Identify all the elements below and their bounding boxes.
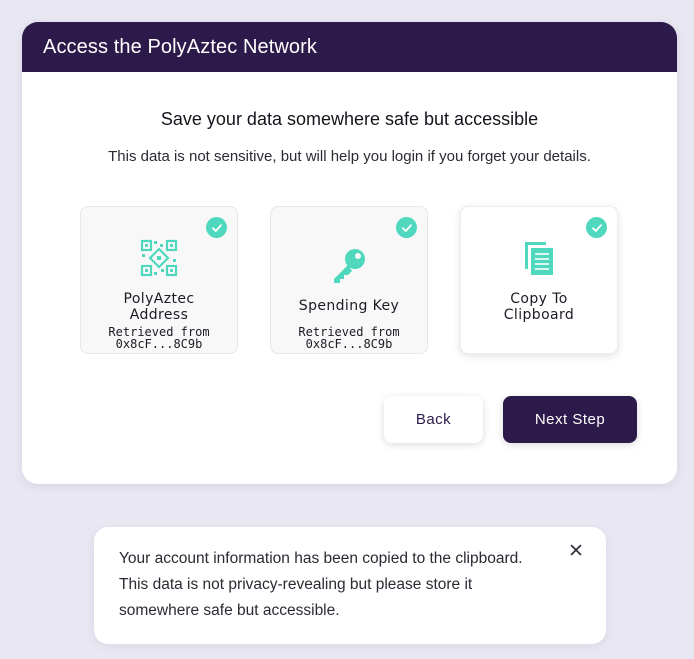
card-subtitle: Retrieved from 0x8cF...8C9b xyxy=(81,326,237,350)
section-heading: Save your data somewhere safe but access… xyxy=(160,109,539,129)
card-subtitle-line: 0x8cF...8C9b xyxy=(305,337,393,351)
card-title-line: Copy To xyxy=(510,291,568,307)
card-copy-to-clipboard[interactable]: Copy To Clipboard xyxy=(460,206,618,354)
clipboard-toast: Your account information has been copied… xyxy=(94,527,606,644)
card-spending-key[interactable]: Spending Key Retrieved from 0x8cF...8C9b xyxy=(270,206,428,354)
card-subtitle: Retrieved from 0x8cF...8C9b xyxy=(271,326,427,350)
section-subtext: This data is not sensitive, but will hel… xyxy=(108,148,591,165)
copy-icon xyxy=(522,239,556,277)
card-title: Copy To Clipboard xyxy=(461,291,617,323)
card-title: PolyAztec Address xyxy=(81,291,237,323)
toast-line: This data is not privacy-revealing but p… xyxy=(119,576,473,593)
card-title-line: Spending Key xyxy=(298,298,400,314)
next-step-button[interactable]: Next Step xyxy=(503,396,637,443)
toast-line: Your account information has been copied… xyxy=(119,550,523,567)
card-subtitle-line: 0x8cF...8C9b xyxy=(115,337,203,351)
card-title-line: PolyAztec xyxy=(123,291,195,307)
check-icon xyxy=(396,217,417,238)
toast-message: Your account information has been copied… xyxy=(119,546,549,624)
access-modal: Access the PolyAztec Network Save your d… xyxy=(22,22,677,484)
qr-code-icon xyxy=(140,239,178,277)
check-icon xyxy=(206,217,227,238)
check-icon xyxy=(586,217,607,238)
back-button[interactable]: Back xyxy=(384,396,483,443)
card-polyaztec-address[interactable]: PolyAztec Address Retrieved from 0x8cF..… xyxy=(80,206,238,354)
close-icon[interactable] xyxy=(568,542,584,558)
modal-header: Access the PolyAztec Network xyxy=(22,22,677,72)
card-title: Spending Key xyxy=(271,298,427,314)
card-title-line: Clipboard xyxy=(503,307,575,323)
toast-line: somewhere safe but accessible. xyxy=(119,602,340,619)
modal-title: Access the PolyAztec Network xyxy=(43,35,318,58)
card-title-line: Address xyxy=(129,307,189,323)
key-icon xyxy=(329,245,369,285)
